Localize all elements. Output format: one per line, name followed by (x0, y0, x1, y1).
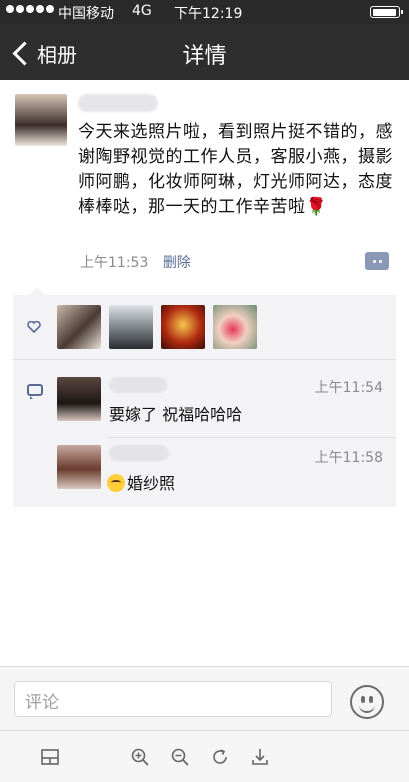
delete-link[interactable]: 删除 (163, 255, 191, 271)
commenter-avatar[interactable] (57, 377, 101, 421)
like-avatar[interactable] (213, 305, 257, 349)
comment-text: 婚纱照 (127, 474, 176, 493)
status-bar: 中国移动 4G 下午12:19 (0, 0, 409, 24)
interaction-panel: 上午11:54 要嫁了 祝福哈哈哈 上午11:58 婚纱照 (13, 287, 396, 507)
more-actions-button[interactable] (365, 252, 389, 270)
comment-text: 要嫁了 祝福哈哈哈 (109, 405, 243, 424)
like-avatar[interactable] (57, 305, 101, 349)
commenter-name-blurred[interactable] (109, 377, 167, 393)
author-name-blurred[interactable] (78, 94, 158, 112)
carrier-name: 中国移动 (58, 6, 114, 22)
commenter-avatar[interactable] (57, 445, 101, 489)
status-time: 下午12:19 (174, 6, 243, 22)
rotate-icon[interactable] (210, 747, 230, 767)
heart-icon (27, 321, 41, 333)
comment-input-bar: 评论 (0, 666, 409, 731)
comment-time: 上午11:54 (314, 380, 383, 396)
signal-dots-icon (6, 5, 54, 13)
like-avatar[interactable] (109, 305, 153, 349)
bottom-toolbar (0, 730, 409, 782)
zoom-in-icon[interactable] (130, 747, 150, 767)
comment-time: 上午11:58 (314, 450, 383, 466)
page-title: 详情 (182, 44, 227, 69)
comment-input[interactable]: 评论 (14, 681, 332, 717)
post-meta: 上午11:53 删除 (80, 252, 191, 272)
comment-body: 婚纱照 (107, 470, 175, 494)
likes-row (13, 295, 396, 360)
layout-icon[interactable] (40, 747, 60, 767)
download-icon[interactable] (250, 747, 270, 767)
grin-emoji-icon (107, 474, 125, 492)
like-avatar[interactable] (161, 305, 205, 349)
comment-icon (27, 384, 43, 399)
comment-divider (109, 437, 396, 438)
emoji-picker-icon[interactable] (350, 685, 384, 719)
network-type: 4G (132, 3, 152, 19)
battery-icon (370, 6, 403, 18)
post-time: 上午11:53 (80, 255, 149, 271)
post-text: 今天来选照片啦，看到照片挺不错的，感谢陶野视觉的工作人员，客服小燕，摄影师阿鹏，… (78, 122, 393, 217)
zoom-out-icon[interactable] (170, 747, 190, 767)
commenter-name-blurred[interactable] (109, 445, 169, 461)
author-avatar[interactable] (15, 94, 67, 146)
nav-bar: 相册 详情 (0, 24, 409, 80)
